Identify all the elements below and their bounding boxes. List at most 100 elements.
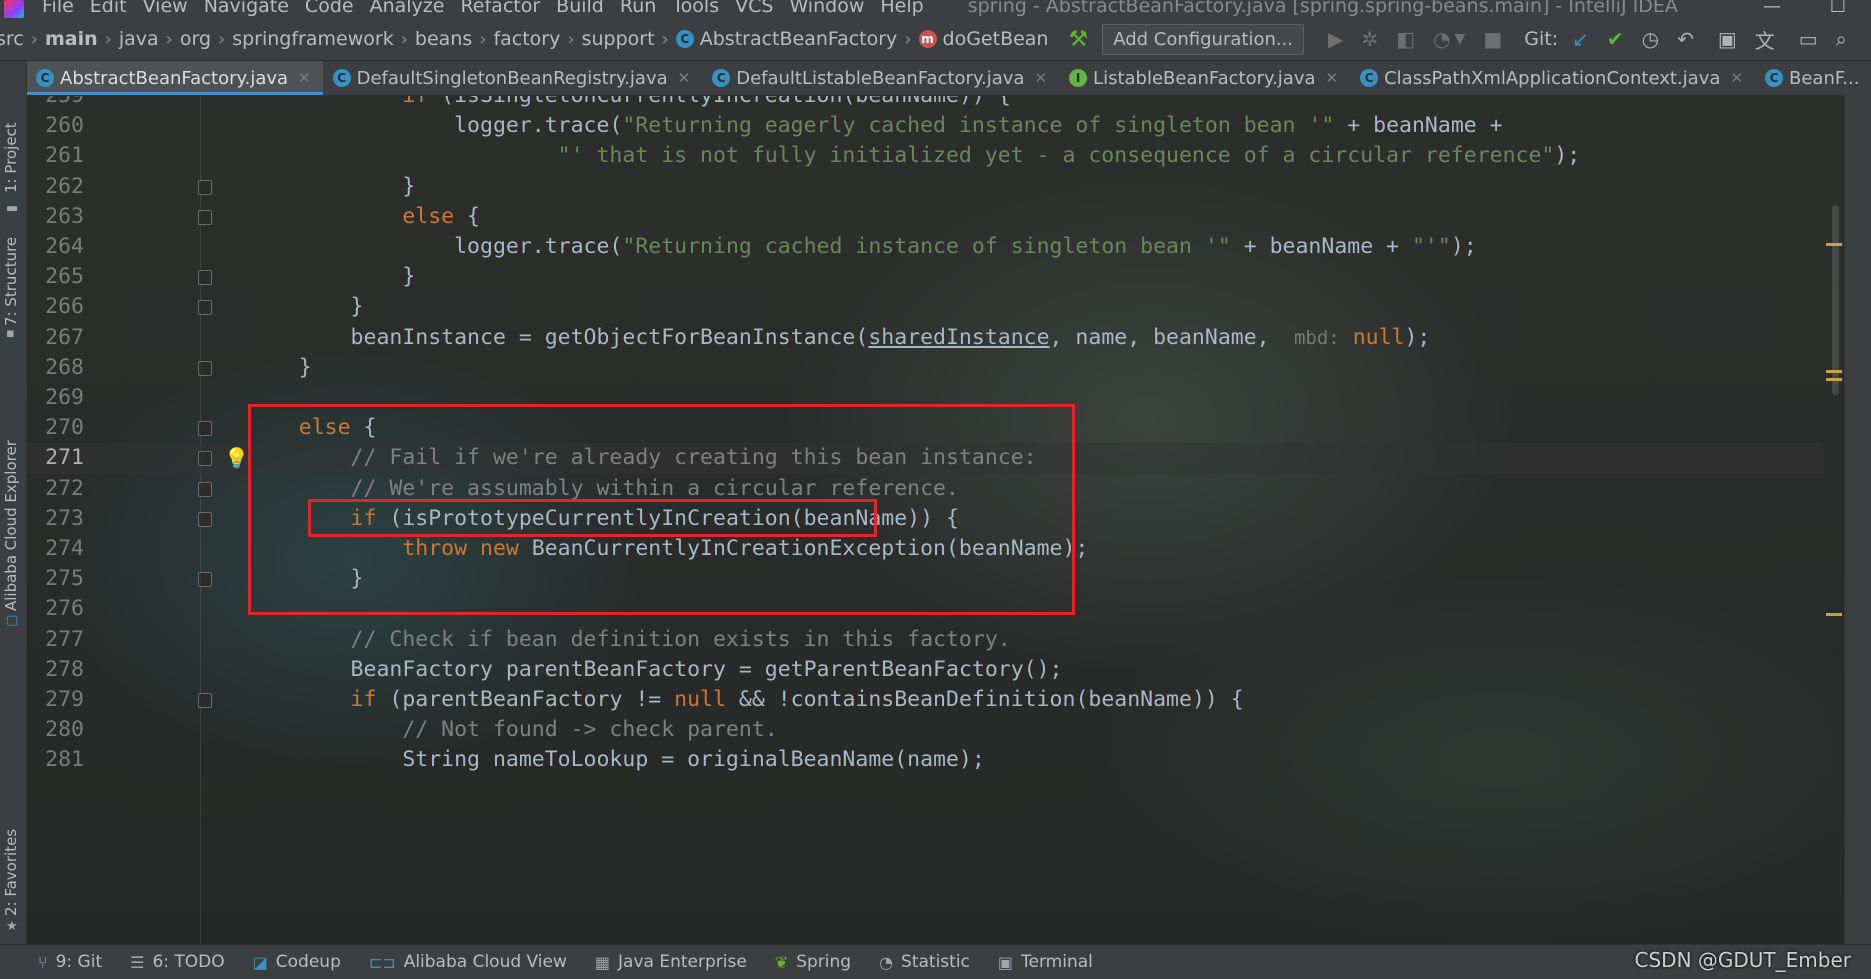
line-number[interactable]: 275 xyxy=(26,564,84,594)
breadcrumb-method[interactable]: m doGetBean xyxy=(918,28,1048,50)
project-tool-tab[interactable]: 1: Project xyxy=(2,122,20,193)
line-number[interactable]: 265 xyxy=(26,262,84,292)
menu-code[interactable]: Code xyxy=(297,0,362,16)
fold-icon[interactable] xyxy=(198,421,212,437)
line-number[interactable]: 262 xyxy=(26,172,84,202)
chevron-down-icon[interactable]: ▼ xyxy=(1455,31,1466,47)
code-line[interactable]: 279 if (parentBeanFactory != null && !co… xyxy=(26,685,1823,715)
line-number[interactable]: 270 xyxy=(26,413,84,443)
editor-tab[interactable]: C DefaultSingletonBeanRegistry.java ✕ xyxy=(323,61,703,95)
minimize-button[interactable]: — xyxy=(1739,0,1805,17)
code-editor[interactable]: 259 if (isSingletonCurrentlyInCreation(b… xyxy=(26,95,1823,944)
debug-icon[interactable]: ✲ xyxy=(1361,27,1378,51)
fold-icon[interactable] xyxy=(198,179,212,195)
editor-tab[interactable]: I ListableBeanFactory.java ✕ xyxy=(1059,61,1350,95)
line-number[interactable]: 280 xyxy=(26,715,84,745)
close-icon[interactable]: ✕ xyxy=(1034,69,1047,87)
line-number[interactable]: 269 xyxy=(26,383,84,413)
code-line[interactable]: 262 } xyxy=(26,172,1823,202)
build-hammer-icon[interactable]: ⚒ xyxy=(1068,27,1088,52)
close-icon[interactable]: ✕ xyxy=(1326,69,1339,87)
breadcrumb-class[interactable]: C AbstractBeanFactory › xyxy=(675,28,919,50)
maximize-button[interactable]: ☐ xyxy=(1805,0,1871,17)
line-number[interactable]: 274 xyxy=(26,534,84,564)
editor-tab[interactable]: C AbstractBeanFactory.java ✕ xyxy=(26,61,323,95)
git-update-icon[interactable]: ↙ xyxy=(1572,27,1589,51)
close-icon[interactable]: ✕ xyxy=(678,69,691,87)
breadcrumb-item[interactable]: beans xyxy=(415,28,472,50)
breadcrumb-item[interactable]: springframework xyxy=(232,28,393,50)
git-commit-icon[interactable]: ✔ xyxy=(1607,27,1624,51)
fold-icon[interactable] xyxy=(198,481,212,497)
warning-marker[interactable] xyxy=(1826,378,1842,381)
bottom-tool-terminal[interactable]: ▣ Terminal xyxy=(998,952,1093,972)
code-line[interactable]: 267 beanInstance = getObjectForBeanInsta… xyxy=(26,323,1823,353)
fold-icon[interactable] xyxy=(198,360,212,376)
line-number[interactable]: 281 xyxy=(26,745,84,775)
menu-file[interactable]: File xyxy=(34,0,82,16)
code-line[interactable]: 260 logger.trace("Returning eagerly cach… xyxy=(26,111,1823,141)
bottom-tool-cloud-view[interactable]: ⊏⊐ Alibaba Cloud View xyxy=(369,952,567,972)
line-number[interactable]: 261 xyxy=(26,141,84,171)
editor-tab[interactable]: C DefaultListableBeanFactory.java ✕ xyxy=(702,61,1059,95)
code-line[interactable]: 280 // Not found -> check parent. xyxy=(26,715,1823,745)
bottom-tool-java-enterprise[interactable]: ▦ Java Enterprise xyxy=(595,952,747,972)
bottom-tool-todo-list[interactable]: ☰ 6: TODO xyxy=(130,952,225,972)
code-line[interactable]: 261 "' that is not fully initialized yet… xyxy=(26,141,1823,171)
menu-window[interactable]: Window xyxy=(781,0,872,16)
code-line[interactable]: 268 } xyxy=(26,353,1823,383)
line-number[interactable]: 272 xyxy=(26,474,84,504)
warning-marker[interactable] xyxy=(1826,243,1842,246)
line-number[interactable]: 271 xyxy=(26,443,84,473)
breadcrumb-item[interactable]: src xyxy=(0,28,24,50)
editor-scrollbar[interactable] xyxy=(1823,95,1845,944)
history-icon[interactable]: ◷ xyxy=(1642,27,1659,51)
line-number[interactable]: 278 xyxy=(26,655,84,685)
code-line[interactable]: 281 String nameToLookup = originalBeanNa… xyxy=(26,745,1823,775)
bottom-tool-codeup[interactable]: ◪ Codeup xyxy=(253,952,341,972)
lightbulb-icon[interactable]: 💡 xyxy=(224,443,249,473)
editor-tab[interactable]: C BeanF... xyxy=(1755,61,1871,95)
profile-icon[interactable]: ◔ xyxy=(1433,27,1450,51)
breadcrumb-item[interactable]: main xyxy=(45,28,98,50)
bottom-tool-statistic[interactable]: ◔ Statistic xyxy=(879,952,970,972)
close-icon[interactable]: ✕ xyxy=(298,69,311,87)
menu-vcs[interactable]: VCS xyxy=(727,0,781,16)
line-number[interactable]: 259 xyxy=(26,95,84,111)
fold-icon[interactable] xyxy=(198,511,212,527)
line-number[interactable]: 273 xyxy=(26,504,84,534)
warning-marker[interactable] xyxy=(1826,613,1842,616)
fold-icon[interactable] xyxy=(198,693,212,708)
rollback-icon[interactable]: ↶ xyxy=(1677,27,1694,51)
fold-icon[interactable] xyxy=(198,572,212,588)
line-number[interactable]: 264 xyxy=(26,232,84,262)
project-structure-icon[interactable]: ▣ xyxy=(1718,27,1737,51)
menu-analyze[interactable]: Analyze xyxy=(362,0,453,16)
code-line[interactable]: 265 } xyxy=(26,262,1823,292)
editor-tab[interactable]: C ClassPathXmlApplicationContext.java ✕ xyxy=(1350,61,1755,95)
menu-view[interactable]: View xyxy=(135,0,196,16)
line-number[interactable]: 266 xyxy=(26,292,84,322)
breadcrumb-item[interactable]: factory xyxy=(493,28,560,50)
menu-run[interactable]: Run xyxy=(612,0,664,16)
warning-marker[interactable] xyxy=(1826,370,1842,373)
menu-navigate[interactable]: Navigate xyxy=(196,0,297,16)
breadcrumb-item[interactable]: java xyxy=(119,28,159,50)
stop-icon[interactable]: ■ xyxy=(1483,27,1502,51)
code-line[interactable]: 278 BeanFactory parentBeanFactory = getP… xyxy=(26,655,1823,685)
code-line[interactable]: 259 if (isSingletonCurrentlyInCreation(b… xyxy=(26,95,1823,111)
line-number[interactable]: 279 xyxy=(26,685,84,715)
code-line[interactable]: 263 else { xyxy=(26,202,1823,232)
fold-icon[interactable] xyxy=(198,300,212,316)
menu-help[interactable]: Help xyxy=(872,0,931,16)
menu-edit[interactable]: Edit xyxy=(82,0,135,16)
code-line[interactable]: 264 logger.trace("Returning cached insta… xyxy=(26,232,1823,262)
fold-icon[interactable] xyxy=(198,209,212,225)
scrollbar-thumb[interactable] xyxy=(1832,205,1839,395)
coverage-icon[interactable]: ◧ xyxy=(1396,27,1415,51)
presentation-icon[interactable]: ▭ xyxy=(1799,27,1818,51)
menu-tools[interactable]: Tools xyxy=(664,0,727,16)
favorites-tool-tab[interactable]: 2: Favorites xyxy=(2,829,20,916)
fold-icon[interactable] xyxy=(198,451,212,467)
line-number[interactable]: 268 xyxy=(26,353,84,383)
